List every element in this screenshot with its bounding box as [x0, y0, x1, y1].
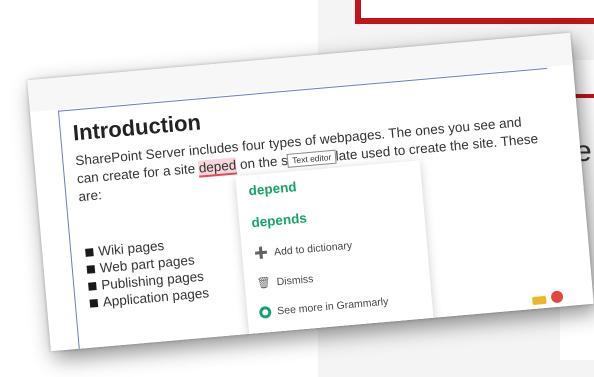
see-more-in-grammarly-button[interactable]: See more in Grammarly [258, 295, 389, 319]
square-bullet-icon [89, 298, 99, 308]
yellow-badge-icon [532, 295, 547, 306]
grammarly-suggestion-popup: depend depends ➕ Add to dictionary 🗑 Dis… [235, 160, 435, 346]
page-heading: Introduction [71, 109, 202, 146]
page-types-list: Wiki pages Web part pages Publishing pag… [85, 233, 210, 311]
suggestion-depends[interactable]: depends [251, 210, 308, 230]
misspelled-word[interactable]: deped [198, 157, 238, 178]
square-bullet-icon [86, 264, 96, 274]
square-bullet-icon [88, 281, 97, 291]
dismiss-button[interactable]: 🗑 Dismiss [256, 272, 314, 290]
add-to-dictionary-button[interactable]: ➕ Add to dictionary [254, 239, 353, 261]
zoomed-screenshot-card: Introduction SharePoint Server includes … [27, 32, 594, 352]
screenshot-scene: e r Introduction SharePoint Server inclu… [0, 0, 594, 377]
add-to-dictionary-label: Add to dictionary [273, 239, 353, 258]
see-more-label: See more in Grammarly [276, 295, 389, 318]
suggestion-depend[interactable]: depend [248, 179, 297, 198]
background-red-frame [355, 0, 594, 24]
dismiss-label: Dismiss [276, 272, 314, 288]
square-bullet-icon [85, 247, 94, 257]
text-editor[interactable]: Introduction SharePoint Server includes … [57, 67, 569, 351]
book-plus-icon: ➕ [253, 246, 269, 261]
red-badge-icon [550, 290, 564, 304]
trash-icon: 🗑 [256, 276, 272, 291]
grammarly-logo-icon [258, 305, 272, 319]
